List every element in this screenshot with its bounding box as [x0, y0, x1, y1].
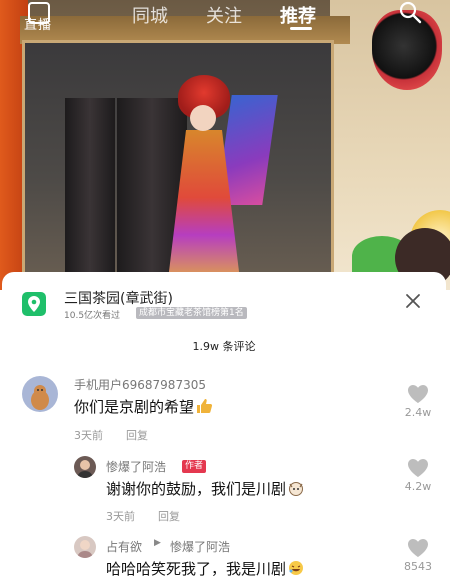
thumbs-up-icon — [195, 398, 213, 414]
costume-rack-left — [65, 98, 115, 290]
reply-text[interactable]: 哈哈哈笑死我了，我是川剧 — [106, 558, 305, 579]
reply-button[interactable]: 回复 — [126, 427, 148, 443]
place-name[interactable]: 三国茶园(章武街) — [64, 288, 173, 308]
comment-count: 1.9w 条评论 — [192, 340, 256, 353]
search-icon[interactable] — [398, 0, 422, 24]
avatar[interactable] — [22, 376, 58, 412]
laughing-emoji-icon — [287, 560, 305, 576]
performer-face — [190, 105, 216, 131]
avatar[interactable] — [74, 456, 96, 478]
cat-emoji-icon — [287, 480, 305, 496]
close-icon[interactable] — [402, 290, 424, 312]
comment-time: 3天前 — [74, 429, 103, 442]
like-count: 4.2w — [404, 480, 432, 493]
heart-icon[interactable] — [407, 384, 429, 404]
heart-icon[interactable] — [407, 538, 429, 558]
like-count: 8543 — [404, 560, 432, 573]
heart-icon[interactable] — [407, 458, 429, 478]
location-pin-icon[interactable] — [22, 292, 46, 316]
reply-username[interactable]: 惨爆了阿浩 — [106, 458, 166, 475]
reply-time: 3天前 — [106, 510, 135, 523]
comment-username[interactable]: 手机用户69687987305 — [74, 376, 206, 393]
tab-local[interactable]: 同城 — [132, 2, 168, 28]
author-badge: 作者 — [182, 460, 207, 473]
avatar[interactable] — [74, 536, 96, 558]
place-rank-badge[interactable]: 成都市宝藏老茶馆榜第1名 — [136, 307, 247, 319]
place-views: 10.5亿次看过 — [64, 311, 121, 321]
opera-performer — [150, 75, 278, 280]
active-tab-indicator — [290, 27, 312, 30]
live-label[interactable]: 直播 — [24, 14, 52, 33]
video-background[interactable] — [0, 0, 450, 290]
comment-panel: 三国茶园(章武街) 10.5亿次看过 成都市宝藏老茶馆榜第1名 1.9w 条评论… — [2, 272, 446, 588]
like-count: 2.4w — [404, 406, 432, 419]
reply-to-username[interactable]: 惨爆了阿浩 — [170, 538, 230, 555]
top-nav: 直播 同城 关注 推荐 — [0, 0, 450, 36]
reply-username[interactable]: 占有欲 — [106, 538, 142, 555]
reply-text[interactable]: 谢谢你的鼓励，我们是川剧 — [106, 478, 305, 499]
comment-text[interactable]: 你们是京剧的希望 — [74, 396, 213, 417]
reply-button[interactable]: 回复 — [158, 508, 180, 524]
reply-arrow-icon: ▶ — [154, 538, 161, 548]
tab-recommended[interactable]: 推荐 — [280, 2, 316, 28]
tab-following[interactable]: 关注 — [206, 2, 242, 28]
